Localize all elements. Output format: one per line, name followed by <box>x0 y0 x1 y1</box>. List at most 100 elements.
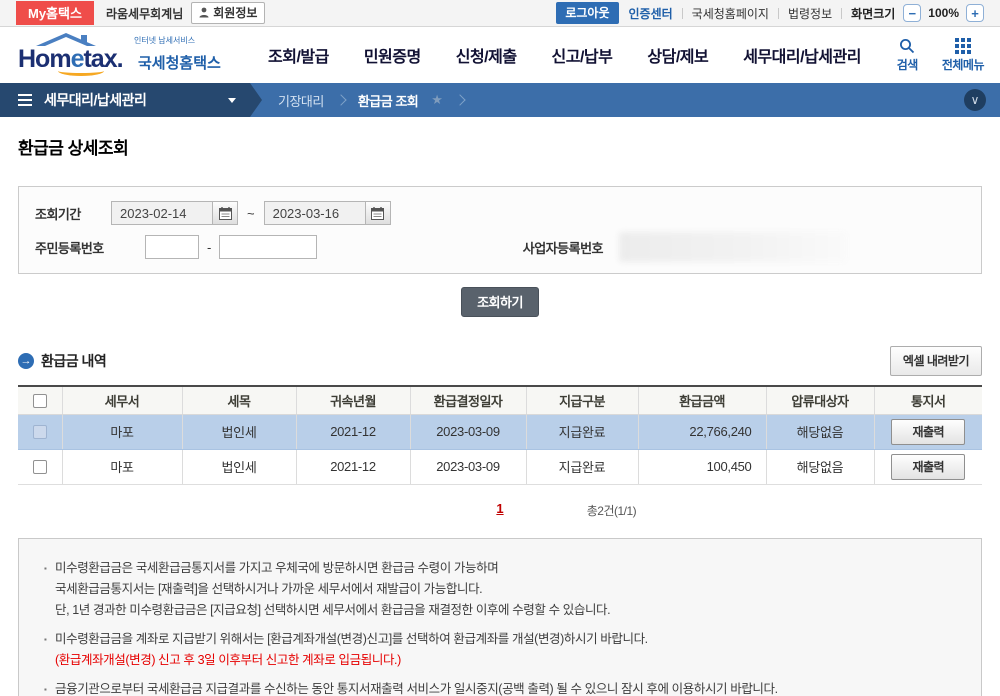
select-all-checkbox[interactable] <box>32 394 47 409</box>
calendar-from-button[interactable] <box>212 201 238 225</box>
breadcrumb-menu-dropdown[interactable]: 세무대리/납세관리 <box>0 83 262 117</box>
payment-status-cell: 지급완료 <box>525 414 638 450</box>
reprint-button[interactable]: 재출력 <box>891 453 966 480</box>
total-count-text: 총2건(1/1) <box>586 503 637 518</box>
page-title: 환급금 상세조회 <box>18 139 129 158</box>
nav-consult-report[interactable]: 상담/제보 <box>647 43 708 67</box>
divider <box>777 7 779 19</box>
utility-bar: My홈택스 라움세무회계님 회원정보 로그아웃 인증센터 국세청홈페이지 법령정… <box>0 0 1000 27</box>
submit-row: 조회하기 <box>18 287 982 317</box>
date-to-input[interactable] <box>263 201 366 225</box>
logo-swoosh <box>58 66 104 76</box>
nav-report-pay[interactable]: 신고/납부 <box>552 43 613 67</box>
decision-date-cell: 2023-03-09 <box>409 414 526 450</box>
divider <box>681 7 683 19</box>
tax-office-cell: 마포 <box>61 414 182 450</box>
col-notice: 통지서 <box>873 385 982 415</box>
pagination: 1 총2건(1/1) <box>18 500 982 520</box>
main-content: 환급금 상세조회 조회기간 ~ <box>0 134 1000 696</box>
page-number-link[interactable]: 1 <box>496 501 503 516</box>
decision-date-cell: 2023-03-09 <box>409 449 526 485</box>
rrn-row: 주민등록번호 - 사업자등록번호 <box>35 230 965 264</box>
nts-homepage-link[interactable]: 국세청홈페이지 <box>692 5 769 22</box>
date-range-tilde: ~ <box>247 205 255 221</box>
grid-menu-icon <box>954 37 971 54</box>
table-header-row: 세무서 세목 귀속년월 환급결정일자 지급구분 환급금액 압류대상자 통지서 <box>18 385 982 415</box>
period-label: 조회기간 <box>35 206 81 222</box>
col-refund-amount: 환급금액 <box>637 385 766 415</box>
logout-button[interactable]: 로그아웃 <box>556 2 619 24</box>
rrn-back-input[interactable] <box>219 235 318 259</box>
notice-text: 미수령환급금은 국세환급금통지서를 가지고 우체국에 방문하시면 환급금 수령이… <box>44 558 955 579</box>
brn-redacted-value <box>619 232 847 262</box>
calendar-icon <box>371 206 385 220</box>
reprint-button[interactable]: 재출력 <box>891 418 966 445</box>
table-row[interactable]: 마포 법인세 2021-12 2023-03-09 지급완료 22,766,24… <box>18 414 982 450</box>
notice-text: 금융기관으로부터 국세환급금 지급결과를 수신하는 동안 통지서재출력 서비스가… <box>44 679 955 696</box>
notice-item: 미수령환급금은 국세환급금통지서를 가지고 우체국에 방문하시면 환급금 수령이… <box>44 558 955 621</box>
excel-download-button[interactable]: 엑셀 내려받기 <box>889 346 982 376</box>
notice-text: 단, 1년 경과한 미수령환급금은 [지급요청] 선택하시면 세무서에서 환급금… <box>55 602 611 617</box>
collapse-menu-button[interactable]: ∨ <box>964 89 986 111</box>
col-decision-date: 환급결정일자 <box>409 385 526 415</box>
col-tax-office: 세무서 <box>61 385 182 415</box>
date-from-input[interactable] <box>111 201 213 225</box>
hometax-logo[interactable]: Hometax. 인터넷 납세서비스 국세청홈택스 <box>16 32 254 78</box>
global-nav: 조회/발급 민원증명 신청/제출 신고/납부 상담/제보 세무대리/납세관리 <box>268 43 861 67</box>
zoom-out-button[interactable]: − <box>903 4 922 22</box>
header-tools: 검색 전체메뉴 <box>897 37 985 73</box>
search-icon <box>900 38 915 53</box>
notice-box: 미수령환급금은 국세환급금통지서를 가지고 우체국에 방문하시면 환급금 수령이… <box>18 537 982 696</box>
chevron-separator-icon <box>454 94 466 106</box>
member-info-button[interactable]: 회원정보 <box>191 2 266 24</box>
person-icon <box>199 7 209 18</box>
col-attribution-period: 귀속년월 <box>295 385 410 415</box>
utility-bar-right: 로그아웃 인증센터 국세청홈페이지 법령정보 화면크기 − 100% + <box>556 2 984 24</box>
section-arrow-icon: → <box>18 353 34 369</box>
col-seizure-target: 압류대상자 <box>765 385 874 415</box>
favorite-star-icon[interactable]: ★ <box>431 92 443 108</box>
username-text: 라움세무회계님 <box>105 6 184 21</box>
all-menu-button[interactable]: 전체메뉴 <box>942 37 985 73</box>
zoom-in-button[interactable]: + <box>966 4 984 22</box>
notice-warning-text: (환급계좌개설(변경) 신고 후 3일 이후부터 신고한 계좌로 입금됩니다.) <box>55 652 401 667</box>
breadcrumb: 기장대리 환급금 조회 ★ <box>262 91 466 110</box>
calendar-to-button[interactable] <box>364 201 391 225</box>
row-checkbox[interactable] <box>32 425 47 440</box>
logo-service-name: 국세청홈택스 <box>138 55 221 72</box>
nav-tax-agent-management[interactable]: 세무대리/납세관리 <box>743 43 861 67</box>
logo-tagline: 인터넷 납세서비스 <box>134 36 196 45</box>
my-hometax-button[interactable]: My홈택스 <box>16 1 94 25</box>
notice-text: 미수령환급금을 계좌로 지급받기 위해서는 [환급계좌개설(변경)신고]를 선택… <box>44 629 955 650</box>
attribution-period-cell: 2021-12 <box>295 449 410 485</box>
screen-size-label: 화면크기 <box>851 6 896 21</box>
table-row[interactable]: 마포 법인세 2021-12 2023-03-09 지급완료 100,450 해… <box>18 449 982 485</box>
refund-amount-cell: 100,450 <box>637 449 766 485</box>
nav-civil-certificate[interactable]: 민원증명 <box>364 43 421 67</box>
seizure-cell: 해당없음 <box>765 449 874 485</box>
search-submit-button[interactable]: 조회하기 <box>461 287 539 317</box>
law-info-link[interactable]: 법령정보 <box>788 5 832 22</box>
auth-center-link[interactable]: 인증센터 <box>629 5 673 22</box>
row-checkbox[interactable] <box>32 460 47 475</box>
search-label: 검색 <box>896 57 919 72</box>
breadcrumb-bar: 세무대리/납세관리 기장대리 환급금 조회 ★ ∨ <box>0 83 1000 117</box>
payment-status-cell: 지급완료 <box>525 449 638 485</box>
rrn-front-input[interactable] <box>145 235 199 259</box>
breadcrumb-item-bookkeeping[interactable]: 기장대리 <box>278 91 324 110</box>
tax-item-cell: 법인세 <box>181 449 296 485</box>
breadcrumb-item-refund-inquiry[interactable]: 환급금 조회 <box>358 91 419 110</box>
attribution-period-cell: 2021-12 <box>295 414 410 450</box>
nav-application-submit[interactable]: 신청/제출 <box>456 43 517 67</box>
chevron-separator-icon <box>335 94 347 106</box>
col-tax-item: 세목 <box>181 385 296 415</box>
search-button[interactable]: 검색 <box>897 38 918 73</box>
refund-table: 세무서 세목 귀속년월 환급결정일자 지급구분 환급금액 압류대상자 통지서 마… <box>18 385 982 485</box>
select-all-header <box>18 385 62 415</box>
breadcrumb-menu-label: 세무대리/납세관리 <box>44 92 147 108</box>
nav-inquiry-issue[interactable]: 조회/발급 <box>268 43 329 67</box>
utility-bar-left: My홈택스 라움세무회계님 회원정보 <box>16 1 266 25</box>
calendar-icon <box>218 206 232 220</box>
hamburger-icon <box>18 94 32 106</box>
period-row: 조회기간 ~ <box>35 196 965 230</box>
